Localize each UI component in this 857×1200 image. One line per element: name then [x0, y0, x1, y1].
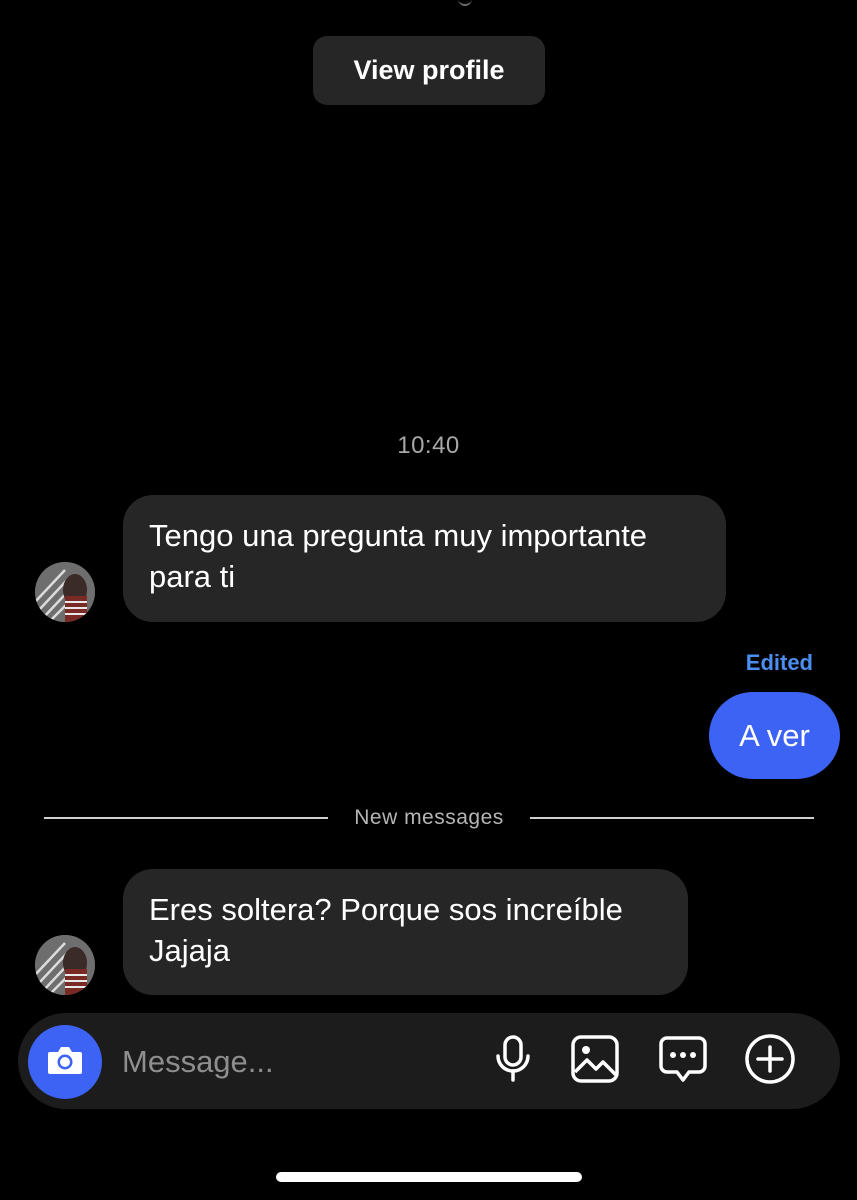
sender-avatar[interactable]: [35, 562, 95, 622]
camera-icon: [46, 1044, 84, 1081]
message-text: A ver: [739, 717, 810, 753]
gallery-icon: [570, 1034, 620, 1089]
gallery-button[interactable]: [567, 1033, 623, 1089]
truncated-text-fragment: [458, 0, 472, 6]
view-profile-button[interactable]: View profile: [313, 36, 545, 105]
camera-button[interactable]: [28, 1025, 102, 1099]
message-text-line: para ti: [149, 559, 236, 594]
incoming-message-bubble[interactable]: Eres soltera? Porque sos increíble Jajaj…: [123, 869, 688, 995]
microphone-button[interactable]: [485, 1033, 541, 1089]
more-options-button[interactable]: [742, 1033, 798, 1089]
new-messages-divider-label: New messages: [354, 806, 504, 829]
home-indicator[interactable]: [276, 1172, 582, 1182]
divider-line-right: [530, 817, 814, 819]
microphone-icon: [493, 1034, 533, 1089]
sender-avatar[interactable]: [35, 935, 95, 995]
message-timestamp: 10:40: [397, 432, 460, 459]
divider-line-left: [44, 817, 328, 819]
sticker-button[interactable]: [655, 1033, 711, 1089]
plus-icon: [744, 1033, 796, 1090]
edited-label: Edited: [745, 650, 813, 675]
message-text-line: Tengo una pregunta muy importante: [149, 518, 648, 553]
incoming-message-bubble[interactable]: Tengo una pregunta muy importante para t…: [123, 495, 726, 622]
sticker-icon: [658, 1034, 708, 1089]
message-text-line: Jajaja: [149, 933, 230, 968]
message-text-line: Eres soltera? Porque sos increíble: [149, 892, 623, 927]
outgoing-message-bubble[interactable]: A ver: [709, 692, 840, 779]
message-input[interactable]: [122, 1036, 452, 1088]
